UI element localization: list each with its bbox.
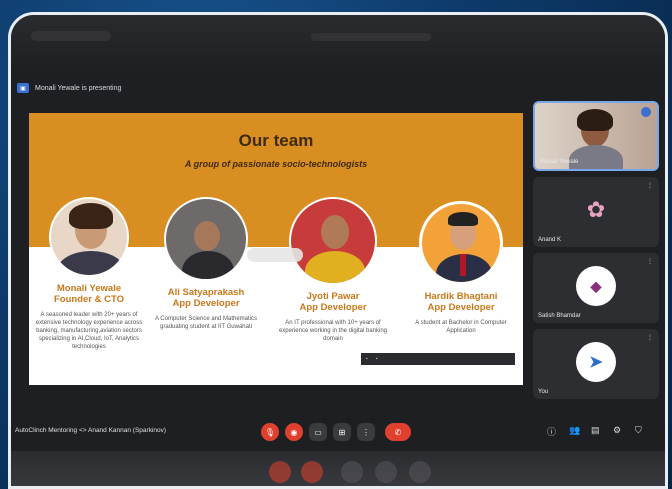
presenting-text: Monali Yewale is presenting — [35, 84, 122, 92]
slide-title: Our team — [238, 131, 314, 150]
member-photo — [49, 197, 129, 277]
member-role: App Developer — [427, 302, 495, 313]
team-member: Ali Satyaprakash App Developer A Compute… — [151, 197, 261, 331]
slide-subtitle: A group of passionate socio-technologist… — [184, 159, 368, 169]
member-bio: An IT professional with 10+ years of exp… — [278, 320, 388, 342]
member-bio: A seasoned leader with 20+ years of exte… — [35, 312, 143, 350]
participant-avatar: ◆ — [576, 266, 616, 306]
activities-icon[interactable]: ⚙ — [613, 425, 621, 436]
member-photo — [289, 197, 377, 285]
team-member: Monali Yewale Founder & CTO A seasoned l… — [33, 197, 145, 351]
meeting-window: ▣ Monali Yewale is presenting Our team A… — [8, 12, 668, 489]
meeting-title: AutoClinch Mentoring <> Anand Kannan (Sp… — [15, 427, 167, 434]
participant-tile[interactable]: ⋮ ◆ Satish Bhamdar — [533, 253, 659, 323]
member-photo — [164, 197, 248, 281]
mic-off-icon: ⋮ — [647, 335, 653, 341]
control-bar: AutoClinch Mentoring <> Anand Kannan (Sp… — [11, 415, 665, 449]
captions-icon[interactable]: ▭ — [309, 423, 327, 441]
member-role: App Developer — [172, 298, 240, 309]
presenting-banner: ▣ Monali Yewale is presenting — [17, 79, 529, 97]
participant-name: Satish Bhamdar — [538, 313, 581, 319]
member-role: Founder & CTO — [53, 294, 125, 305]
member-bio: A student at Bachelor in Computer Applic… — [415, 320, 507, 334]
blurred-top-area — [11, 15, 665, 67]
member-name: Ali Satyaprakash — [167, 287, 245, 298]
mic-off-icon: ⋮ — [647, 183, 653, 189]
presentation-icon: ▣ — [17, 83, 29, 93]
host-controls-icon[interactable]: ⛉ — [635, 425, 642, 436]
member-name: Hardik Bhagtani — [424, 291, 498, 302]
participant-avatar: ➤ — [576, 342, 616, 382]
blurred-bottom-area — [11, 451, 665, 486]
more-options-icon[interactable]: ⋮ — [357, 423, 375, 441]
camera-off-icon[interactable]: ◉ — [285, 423, 303, 441]
member-bio: A Computer Science and Mathematics gradu… — [154, 316, 258, 330]
end-call-button[interactable]: ✆ — [385, 423, 411, 441]
present-icon[interactable]: ⊞ — [333, 423, 351, 441]
team-member: Jyoti Pawar App Developer An IT professi… — [275, 197, 391, 343]
participant-name: Anand K — [538, 237, 562, 243]
info-icon[interactable]: ⓘ — [547, 425, 556, 438]
people-icon[interactable]: 👥 — [569, 425, 580, 436]
participant-name: You — [538, 389, 549, 395]
member-role: App Developer — [299, 302, 367, 313]
caption-overlay: ▪ ▪ — [361, 353, 515, 365]
participant-tile[interactable]: Monali Yewale — [533, 101, 659, 171]
shared-slide: Our team A group of passionate socio-tec… — [29, 113, 523, 385]
chat-icon[interactable]: ▤ — [591, 425, 600, 436]
member-name: Jyoti Pawar — [306, 291, 360, 302]
team-member: Hardik Bhagtani App Developer A student … — [405, 201, 517, 335]
mic-off-icon[interactable]: 🎙 — [261, 423, 279, 441]
overlay-icon: ▪ — [375, 356, 378, 362]
participant-tile[interactable]: ⋮ ✿ Anand K — [533, 177, 659, 247]
participant-tile[interactable]: ⋮ ➤ You — [533, 329, 659, 399]
slide-overlay-pill — [247, 248, 303, 262]
mic-off-icon: ⋮ — [647, 259, 653, 265]
participant-name: Monali Yewale — [540, 159, 579, 165]
member-photo — [419, 201, 503, 285]
overlay-icon: ▪ — [366, 356, 368, 362]
participant-avatar: ✿ — [576, 190, 616, 230]
member-name: Monali Yewale — [56, 283, 122, 294]
speaking-icon — [641, 107, 651, 117]
